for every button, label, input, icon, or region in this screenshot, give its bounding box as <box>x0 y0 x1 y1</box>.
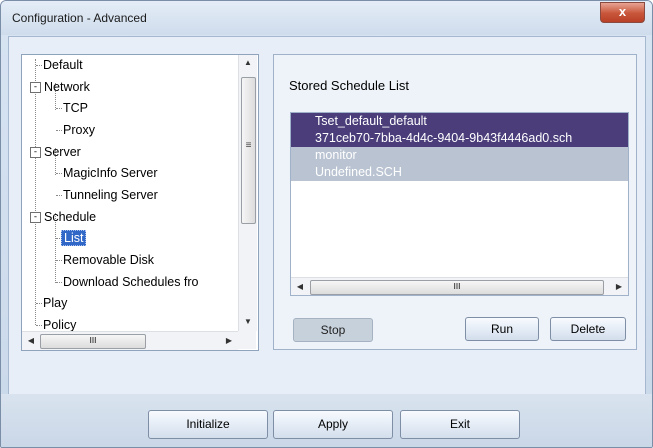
tree-item-label: Play <box>43 296 68 310</box>
tree-item-tcp[interactable]: TCP <box>61 99 90 117</box>
tree-item-proxy[interactable]: Proxy <box>61 121 97 139</box>
tree-item-label: TCP <box>63 101 88 115</box>
tree-item-list[interactable]: List <box>61 229 87 247</box>
tree-item-label: MagicInfo Server <box>63 166 158 180</box>
grip-icon: ≡ <box>245 140 252 151</box>
scroll-up-icon[interactable]: ▲ <box>239 58 257 67</box>
tree-viewport: Default - Network TCP Proxy - Server Magic… <box>22 55 238 331</box>
apply-button[interactable]: Apply <box>273 410 393 439</box>
tree-item-schedule[interactable]: - Schedule <box>30 208 98 226</box>
schedule-list: Tset_default_default 371ceb70-7bba-4d4c-… <box>290 112 629 296</box>
tree-item-label: Policy <box>43 318 77 331</box>
horizontal-scroll-thumb[interactable]: III <box>40 334 146 349</box>
tree-item-server[interactable]: - Server <box>30 143 83 161</box>
initialize-button[interactable]: Initialize <box>148 410 268 439</box>
scrollbar-corner <box>238 331 256 349</box>
tree-item-label: List <box>61 230 87 246</box>
close-button[interactable]: x <box>600 2 645 23</box>
schedule-name: monitor <box>315 148 357 162</box>
tree-root-line <box>35 59 36 325</box>
tree-item-label: Server <box>44 145 81 159</box>
tree-item-label: Schedule <box>44 210 97 224</box>
schedule-panel: Stored Schedule List Tset_default_defaul… <box>273 54 637 350</box>
configuration-window: Configuration - Advanced x Default - Net… <box>0 0 653 448</box>
tree-item-tunneling-server[interactable]: Tunneling Server <box>61 186 160 204</box>
tree-item-label: Tunneling Server <box>63 188 158 202</box>
title-bar: Configuration - Advanced x <box>1 1 652 35</box>
tree-item-policy[interactable]: Policy <box>41 316 78 331</box>
horizontal-scroll-thumb[interactable]: III <box>310 280 604 295</box>
scroll-down-icon[interactable]: ▼ <box>239 317 257 326</box>
schedule-file: Undefined.SCH <box>315 165 402 179</box>
tree-item-label: Network <box>44 80 90 94</box>
tree-item-label: Removable Disk <box>63 253 155 267</box>
run-button[interactable]: Run <box>465 317 539 341</box>
window-title: Configuration - Advanced <box>12 11 147 25</box>
tree-item-play[interactable]: Play <box>41 294 69 312</box>
tree-item-label: Proxy <box>63 123 95 137</box>
tree-item-label: Default <box>43 58 83 72</box>
schedule-name: Tset_default_default <box>315 114 427 128</box>
scroll-right-icon[interactable]: ▶ <box>220 336 238 345</box>
tree-item-magicinfo-server[interactable]: MagicInfo Server <box>61 164 159 182</box>
tree-horizontal-scrollbar[interactable]: ◀ III ▶ <box>22 331 238 350</box>
tree-item-download-schedules[interactable]: Download Schedules fro <box>61 273 201 291</box>
exit-button[interactable]: Exit <box>400 410 520 439</box>
schedule-file: 371ceb70-7bba-4d4c-9404-9b43f4446ad0.sch <box>315 131 573 145</box>
schedule-list-item[interactable]: monitor Undefined.SCH <box>291 147 628 181</box>
scroll-left-icon[interactable]: ◀ <box>22 336 40 345</box>
list-horizontal-scrollbar[interactable]: ◀ III ▶ <box>291 277 628 295</box>
scroll-left-icon[interactable]: ◀ <box>291 282 309 291</box>
tree-item-removable-disk[interactable]: Removable Disk <box>61 251 156 269</box>
collapse-icon[interactable]: - <box>30 82 41 94</box>
vertical-scroll-thumb[interactable]: ≡ <box>241 77 256 224</box>
schedule-list-item[interactable]: Tset_default_default 371ceb70-7bba-4d4c-… <box>291 113 628 147</box>
settings-tree: Default - Network TCP Proxy - Server Magic… <box>21 54 259 351</box>
tree-item-label: Download Schedules fro <box>63 275 199 289</box>
tree-vertical-scrollbar[interactable]: ▲ ≡ ▼ <box>238 55 257 331</box>
collapse-icon[interactable]: - <box>30 212 41 224</box>
delete-button[interactable]: Delete <box>550 317 626 341</box>
collapse-icon[interactable]: - <box>30 147 41 159</box>
stop-button[interactable]: Stop <box>293 318 373 342</box>
tree-item-default[interactable]: Default <box>41 56 85 74</box>
tree-item-network[interactable]: - Network <box>30 78 92 96</box>
scroll-right-icon[interactable]: ▶ <box>610 282 628 291</box>
panel-title: Stored Schedule List <box>289 78 409 93</box>
